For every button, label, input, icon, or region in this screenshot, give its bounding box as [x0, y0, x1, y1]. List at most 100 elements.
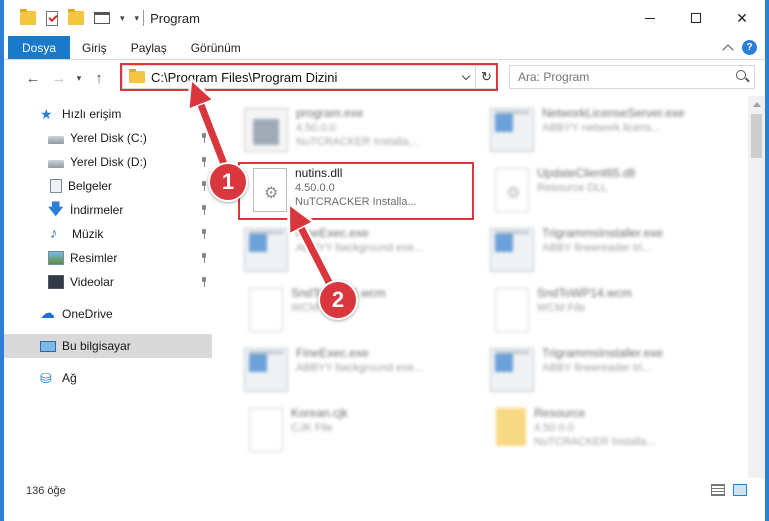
explorer-window: ▾ ▾ Program ✕ Dosya Giriş Paylaş Görünüm…	[0, 0, 769, 521]
maximize-icon	[691, 13, 701, 23]
address-highlight-box	[120, 63, 498, 91]
file-tile[interactable]: Resource 4.50.0.0 NuTCRACKER Installa...	[482, 402, 722, 458]
scroll-thumb[interactable]	[751, 114, 762, 158]
back-button[interactable]: ←	[20, 66, 46, 90]
nav-label: Ağ	[62, 371, 77, 385]
properties-check-icon[interactable]	[46, 10, 58, 26]
item-count: 136 öğe	[26, 485, 66, 497]
forward-button[interactable]: →	[46, 66, 72, 90]
pin-icon	[200, 181, 208, 191]
up-button[interactable]: ↑	[86, 66, 112, 90]
file-name: TrigrammsInstaller.exe	[542, 346, 663, 360]
nav-label: Bu bilgisayar	[62, 339, 131, 353]
nav-label: OneDrive	[62, 307, 113, 321]
search-input[interactable]	[518, 70, 732, 84]
step-badge-2: 2	[318, 280, 358, 320]
file-name: TrigrammsInstaller.exe	[542, 226, 663, 240]
nav-label: Yerel Disk (C:)	[70, 131, 147, 145]
folder-icon	[20, 9, 36, 25]
customize-toolbar-caret-icon[interactable]: ▾	[120, 13, 125, 24]
nav-local-disk-d[interactable]: Yerel Disk (D:)	[4, 150, 212, 174]
file-name: UpdateClient65.dll	[537, 166, 636, 180]
file-tile[interactable]: program.exe 4.50.0.0 NuTCRACKER Installa..…	[236, 102, 476, 158]
file-tile[interactable]: TrigrammsInstaller.exe ABBY fineereader t…	[482, 222, 722, 278]
navigation-pane: ★ Hızlı erişim Yerel Disk (C:) Yerel Dis…	[4, 96, 212, 478]
file-tile[interactable]: FineExec.exe ABBYY background exe...	[236, 342, 476, 398]
file-name: program.exe	[296, 106, 364, 120]
file-name: FineExec.exe	[296, 346, 369, 360]
nav-network[interactable]: ⛁ Ağ	[4, 366, 212, 390]
up-arrow-icon: ↑	[95, 69, 103, 87]
file-tile[interactable]: SndToWP14.wcm WCM File	[482, 282, 722, 338]
minimize-button[interactable]	[627, 0, 673, 36]
help-icon[interactable]: ?	[742, 40, 757, 55]
recent-locations-button[interactable]: ▾	[72, 66, 86, 90]
file-description: ABBY fineereader tri...	[542, 362, 652, 374]
file-tile[interactable]: FineExec.exe ABBYY background exe...	[236, 222, 476, 278]
file-name: Resource	[534, 406, 586, 420]
tab-home[interactable]: Giriş	[70, 36, 119, 59]
folder-icon	[496, 408, 526, 446]
view-properties-icon[interactable]	[94, 12, 110, 24]
tab-share[interactable]: Paylaş	[119, 36, 179, 59]
file-description: ABBYY background exe...	[296, 242, 423, 254]
pin-icon	[200, 277, 208, 287]
file-highlight-box	[238, 162, 474, 220]
file-description: WCM File	[537, 302, 586, 314]
vertical-scrollbar[interactable]	[748, 96, 765, 478]
scroll-up-icon[interactable]	[753, 102, 761, 107]
file-tile[interactable]: UpdateClient65.dll Resource DLL	[482, 162, 722, 218]
tab-view[interactable]: Görünüm	[179, 36, 253, 59]
maximize-button[interactable]	[673, 0, 719, 36]
file-tile[interactable]: NetworkLicenseServer.exe ABBYY network li…	[482, 102, 722, 158]
file-description: ABBY fineereader tri...	[542, 242, 652, 254]
close-button[interactable]: ✕	[719, 0, 765, 36]
ribbon-tabs: Dosya Giriş Paylaş Görünüm ?	[4, 36, 765, 60]
nav-documents[interactable]: Belgeler	[4, 174, 212, 198]
search-box[interactable]	[509, 65, 755, 89]
file-name: NetworkLicenseServer.exe	[542, 106, 685, 120]
file-description: ABBYY background exe...	[296, 362, 423, 374]
nav-this-pc[interactable]: Bu bilgisayar	[4, 334, 212, 358]
nav-label: Belgeler	[68, 179, 113, 193]
tab-file[interactable]: Dosya	[8, 36, 71, 59]
large-icons-view-icon[interactable]	[733, 484, 747, 496]
file-tile[interactable]: Korean.cjk CJK File	[236, 402, 476, 458]
nav-pictures[interactable]: Resimler	[4, 246, 212, 270]
music-icon: ♪	[50, 225, 58, 242]
file-description: CJK File	[291, 422, 333, 434]
search-icon[interactable]	[732, 66, 754, 88]
file-name: FineExec.exe	[296, 226, 369, 240]
nav-downloads[interactable]: 🡇 İndirmeler	[4, 198, 212, 222]
nav-music[interactable]: ♪ Müzik	[4, 222, 212, 246]
exe-file-icon	[490, 348, 534, 392]
forward-arrow-icon: →	[51, 69, 67, 87]
exe-file-icon	[244, 228, 288, 272]
disk-icon	[48, 136, 64, 144]
documents-icon	[50, 179, 62, 193]
new-folder-icon[interactable]	[68, 9, 84, 25]
step-badge-1: 1	[208, 162, 248, 202]
nav-local-disk-c[interactable]: Yerel Disk (C:)	[4, 126, 212, 150]
file-description: NuTCRACKER Installa...	[296, 136, 418, 148]
file-tile[interactable]: TrigrammsInstaller.exe ABBY fineereader t…	[482, 342, 722, 398]
nav-label: Videolar	[70, 275, 114, 289]
nav-videos[interactable]: Videolar	[4, 270, 212, 294]
minimize-icon	[645, 17, 655, 19]
file-version: 4.50.0.0	[534, 422, 574, 434]
details-view-icon[interactable]	[711, 484, 725, 496]
file-list: program.exe 4.50.0.0 NuTCRACKER Installa..…	[218, 96, 748, 478]
window-title: Program	[150, 10, 200, 26]
exe-file-icon	[244, 348, 288, 392]
nav-quick-access[interactable]: ★ Hızlı erişim	[4, 102, 212, 126]
file-name: Korean.cjk	[291, 406, 348, 420]
expand-ribbon-chevron-icon[interactable]	[722, 43, 734, 56]
quick-access-toolbar: ▾ ▾	[20, 9, 140, 26]
nav-label: İndirmeler	[70, 203, 124, 217]
nav-label: Hızlı erişim	[62, 107, 122, 121]
nav-label: Müzik	[72, 227, 104, 241]
nav-onedrive[interactable]: ☁ OneDrive	[4, 302, 212, 326]
toolbar-dropdown-icon[interactable]: ▾	[135, 13, 140, 24]
back-arrow-icon: ←	[25, 69, 41, 87]
disk-icon	[48, 160, 64, 168]
